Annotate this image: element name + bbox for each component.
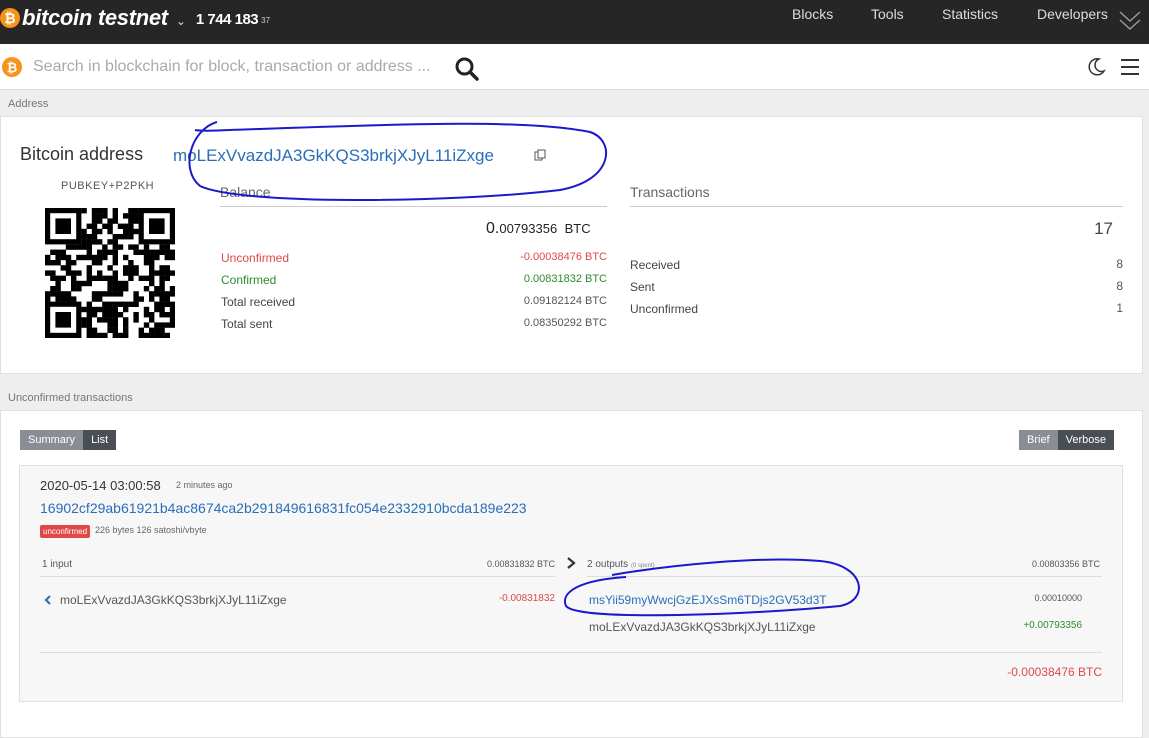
outputs-divider [587, 576, 1102, 577]
nav-statistics[interactable]: Statistics [942, 6, 998, 22]
tx-received-value: 8 [1116, 257, 1123, 271]
tx-sent-value: 8 [1116, 279, 1123, 293]
total-received-value: 0.09182124 BTC [523, 295, 607, 307]
transactions-total: 17 [1094, 219, 1113, 238]
output-address-2[interactable]: moLExVvazdJA3GkKQS3brkjXJyL11iZxge [589, 620, 816, 634]
address-panel: Bitcoin address moLExVvazdJA3GkKQS3brkjX… [0, 116, 1143, 374]
outputs-count: 2 outputs [587, 559, 629, 570]
tx-hash-link[interactable]: 16902cf29ab61921b4ac8674ca2b291849616831… [40, 500, 527, 516]
brief-verbose-toggle: Brief Verbose [1019, 430, 1114, 450]
input-address[interactable]: moLExVvazdJA3GkKQS3brkjXJyL11iZxge [60, 593, 287, 607]
total-sent-value: 0.08350292 BTC [523, 317, 607, 329]
search-bar: ₿ [0, 44, 1149, 90]
inputs-divider [40, 576, 555, 577]
output-address-1[interactable]: msYii59myWwcjGzEJXsSm6TDjs2GV53d3T [589, 593, 827, 607]
block-height-sup: 37 [261, 15, 271, 25]
summary-button[interactable]: Summary [20, 430, 84, 450]
confirmed-value: 0.00831832 BTC [523, 273, 607, 285]
search-icon[interactable] [454, 56, 480, 82]
nav-developers[interactable]: Developers [1037, 6, 1108, 22]
brand-name[interactable]: bitcoin testnet [22, 5, 168, 31]
net-value: -0.00038476 BTC [1007, 665, 1102, 679]
output-value-1: 0.00010000 [1034, 593, 1082, 603]
tx-unconfirmed-label: Unconfirmed [630, 302, 699, 316]
brand[interactable]: ₿ bitcoin testnet ⌄ 1 744 183 37 [0, 4, 270, 32]
tx-sent-label: Sent [630, 280, 655, 294]
tx-meta: 226 bytes 126 satoshi/vbyte [95, 525, 207, 535]
balance-total: 0.00793356 BTC [486, 220, 591, 238]
inputs-total: 0.00831832 BTC [486, 559, 555, 569]
output-value-2: +0.00793356 [1023, 620, 1082, 631]
address-title: Bitcoin address [20, 144, 144, 164]
copy-icon[interactable] [534, 149, 546, 161]
transaction-card: 2020-05-14 03:00:58 2 minutes ago 16902c… [19, 465, 1123, 702]
address-type: PUBKEY+P2PKH [61, 180, 155, 192]
outputs-spent-note: (0 spent) [630, 563, 655, 569]
total-sent-label: Total sent [221, 317, 273, 331]
double-chevron-down-icon[interactable] [1118, 4, 1142, 34]
inputs-label: 1 input [42, 559, 73, 570]
net-divider [40, 652, 1102, 653]
balance-total-frac: 00793356 [499, 221, 558, 236]
unconfirmed-label: Unconfirmed [221, 251, 290, 265]
tx-date: 2020-05-14 03:00:58 [40, 478, 161, 493]
nav-tools[interactable]: Tools [871, 6, 904, 22]
block-height[interactable]: 1 744 183 [196, 11, 259, 28]
summary-list-toggle: Summary List [20, 430, 117, 450]
verbose-button[interactable]: Verbose [1057, 430, 1114, 450]
tx-received-label: Received [630, 258, 681, 272]
brief-button[interactable]: Brief [1019, 430, 1058, 450]
section-label-unconfirmed: Unconfirmed transactions [8, 392, 133, 404]
arrow-left-icon[interactable] [44, 595, 52, 605]
balance-total-unit: BTC [564, 221, 591, 236]
address-value[interactable]: moLExVvazdJA3GkKQS3brkjXJyL11iZxge [173, 146, 494, 166]
unconfirmed-badge: unconfirmed [40, 525, 91, 538]
list-button[interactable]: List [83, 430, 117, 450]
total-received-label: Total received [221, 295, 296, 309]
tx-ago: 2 minutes ago [176, 480, 233, 490]
menu-icon[interactable] [1120, 58, 1140, 76]
input-value: -0.00831832 [498, 593, 555, 604]
arrow-right-icon [567, 557, 576, 569]
confirmed-label: Confirmed [221, 273, 277, 287]
bitcoin-icon: ₿ [2, 57, 22, 77]
outputs-total: 0.00803356 BTC [1031, 559, 1100, 569]
outputs-label: 2 outputs (0 spent) [587, 559, 655, 570]
search-input[interactable] [33, 55, 443, 79]
moon-icon[interactable] [1086, 57, 1106, 77]
balance-header: Balance [220, 184, 607, 207]
transactions-header: Transactions [630, 184, 1123, 207]
top-navbar: ₿ bitcoin testnet ⌄ 1 744 183 37 Blocks … [0, 0, 1149, 44]
unconfirmed-value: -0.00038476 BTC [520, 251, 607, 263]
section-label-address: Address [8, 98, 49, 110]
qr-code [45, 208, 175, 338]
balance-total-int: 0. [486, 220, 500, 237]
chevron-down-icon[interactable]: ⌄ [176, 14, 186, 28]
bitcoin-icon: ₿ [0, 8, 20, 28]
nav-blocks[interactable]: Blocks [792, 6, 833, 22]
tx-unconfirmed-value: 1 [1116, 301, 1123, 315]
